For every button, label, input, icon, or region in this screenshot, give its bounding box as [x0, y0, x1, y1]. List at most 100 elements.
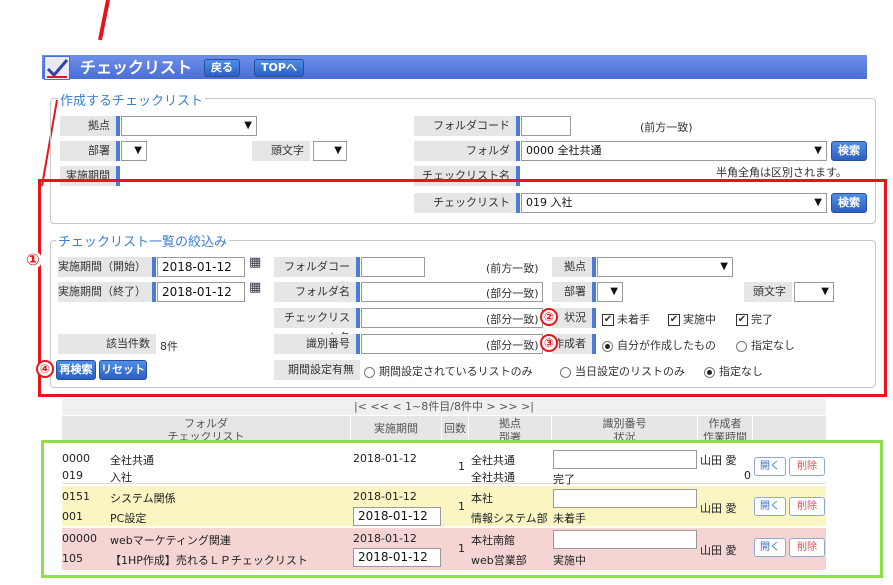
- create-dept-label: 部署: [60, 141, 120, 161]
- create-folder-label: フォルダ: [414, 141, 520, 161]
- checklist-logo-icon: [44, 56, 70, 80]
- row2-delete-button[interactable]: 削除: [789, 497, 825, 516]
- filter-base-select[interactable]: ▼: [597, 257, 733, 277]
- filter-id-label: 識別番号: [274, 334, 360, 354]
- row2-creator: 山田 愛: [700, 502, 737, 515]
- create-folder-code-note: (前方一致): [640, 121, 693, 134]
- filter-checklist-name-label: チェックリスト名: [274, 308, 360, 344]
- filter-start-input[interactable]: 2018-01-12: [157, 257, 245, 277]
- row1-name1: 全社共通: [110, 454, 154, 467]
- row1-status: 完了: [553, 473, 575, 486]
- status-done-checkbox[interactable]: ✔: [736, 314, 748, 326]
- status-in-progress[interactable]: ✔ 実施中: [668, 311, 716, 327]
- filter-id-note: (部分一致): [486, 339, 539, 352]
- row2-code2: 001: [62, 510, 83, 523]
- period-today-radio[interactable]: [560, 366, 571, 378]
- filter-checklist-name-note: (部分一致): [486, 313, 539, 326]
- period-option-set[interactable]: 期間設定されているリストのみ: [364, 363, 533, 379]
- row3-id-input[interactable]: [553, 530, 697, 549]
- row1-period: 2018-01-12: [353, 452, 417, 465]
- row2-base: 本社: [471, 492, 493, 505]
- filter-folder-code-note: (前方一致): [486, 262, 539, 275]
- row3-period-input[interactable]: 2018-01-12: [353, 548, 441, 567]
- filter-count-value: 8件: [160, 340, 178, 353]
- row3-dept: web営業部: [471, 554, 527, 567]
- th-creator: 作成者: [698, 416, 752, 432]
- create-legend: 作成するチェックリスト: [58, 90, 206, 109]
- row2-period-input[interactable]: 2018-01-12: [353, 507, 441, 526]
- row3-code2: 105: [62, 552, 83, 565]
- row1-id-input[interactable]: [553, 450, 697, 469]
- filter-start-label: 実施期間（開始）: [58, 257, 156, 277]
- filter-period-setting-label: 期間設定有無: [274, 360, 360, 380]
- row2-code1: 0151: [62, 490, 90, 503]
- marker-3: ③: [540, 334, 558, 352]
- top-button[interactable]: TOPへ: [254, 59, 304, 77]
- period-option-today[interactable]: 当日設定のリストのみ: [560, 363, 685, 379]
- create-initial-label: 頭文字: [252, 141, 310, 161]
- th-id: 識別番号: [552, 416, 697, 432]
- marker-4: ④: [36, 360, 54, 378]
- status-in-progress-checkbox[interactable]: ✔: [668, 314, 680, 326]
- row1-base: 全社共通: [471, 454, 515, 467]
- row2-id-input[interactable]: [553, 489, 697, 508]
- period-option-none[interactable]: 指定なし: [704, 363, 763, 379]
- row2-name2: PC設定: [110, 512, 147, 525]
- row1-time: 0: [744, 469, 751, 482]
- row1-dept: 全社共通: [471, 471, 515, 484]
- filter-dept-select[interactable]: ▼: [597, 282, 623, 302]
- row1-delete-button[interactable]: 削除: [789, 457, 825, 476]
- filter-dept-label: 部署: [552, 282, 596, 302]
- th-count: 回数: [442, 416, 468, 442]
- row2-open-button[interactable]: 開く: [754, 497, 786, 516]
- pager[interactable]: |< << < 1~8件目/8件中 > >> >|: [62, 399, 826, 415]
- row2-period1: 2018-01-12: [353, 490, 417, 503]
- row3-name1: webマーケティング関連: [110, 534, 231, 547]
- create-folder-code-label: フォルダコード: [414, 116, 520, 136]
- row3-count: 1: [458, 542, 465, 555]
- period-set-radio[interactable]: [364, 366, 375, 378]
- create-folder-code-input[interactable]: [521, 116, 571, 136]
- back-button[interactable]: 戻る: [204, 59, 240, 77]
- filter-count-label: 該当件数: [58, 334, 156, 354]
- status-done[interactable]: ✔ 完了: [736, 311, 773, 327]
- th-actions: [753, 416, 826, 442]
- row3-name2: 【1HP作成】売れるＬＰチェックリスト: [110, 554, 308, 567]
- row3-status: 実施中: [553, 554, 586, 567]
- filter-creator-label: 作成者: [552, 334, 596, 354]
- reset-button[interactable]: リセット: [99, 360, 147, 380]
- create-dept-select[interactable]: ▼: [121, 141, 147, 161]
- period-none-radio[interactable]: [704, 366, 715, 378]
- row1-open-button[interactable]: 開く: [754, 457, 786, 476]
- row1-count: 1: [458, 460, 465, 473]
- creator-none-radio[interactable]: [736, 340, 747, 352]
- row3-delete-button[interactable]: 削除: [789, 538, 825, 557]
- filter-end-calendar-icon[interactable]: ▦: [249, 280, 261, 295]
- create-initial-select[interactable]: ▼: [313, 141, 347, 161]
- filter-start-calendar-icon[interactable]: ▦: [249, 255, 261, 270]
- create-base-select[interactable]: ▼: [121, 116, 257, 136]
- create-base-label: 拠点: [60, 116, 120, 136]
- creator-none[interactable]: 指定なし: [736, 337, 795, 353]
- status-not-started[interactable]: ✔ 未着手: [602, 311, 650, 327]
- create-folder-search-button[interactable]: 検索: [831, 141, 867, 161]
- filter-folder-name-label: フォルダ名: [274, 282, 360, 302]
- filter-status-label: 状況: [552, 308, 596, 328]
- creator-mine[interactable]: 自分が作成したもの: [602, 337, 716, 353]
- filter-end-input[interactable]: 2018-01-12: [157, 282, 245, 302]
- filter-folder-code-input[interactable]: [361, 257, 425, 277]
- row2-name1: システム関係: [110, 492, 176, 505]
- status-not-started-checkbox[interactable]: ✔: [602, 314, 614, 326]
- row3-creator: 山田 愛: [700, 544, 737, 557]
- create-folder-select[interactable]: 0000 全社共通 ▼: [521, 141, 827, 161]
- research-button[interactable]: 再検索: [56, 360, 96, 380]
- page-title: チェックリスト: [80, 58, 193, 77]
- creator-mine-radio[interactable]: [602, 340, 613, 352]
- row2-count: 1: [458, 500, 465, 513]
- filter-folder-code-label: フォルダコード: [274, 257, 360, 293]
- row1-name2: 入社: [110, 471, 132, 484]
- filter-initial-select[interactable]: ▼: [794, 282, 834, 302]
- th-folder: フォルダ: [62, 416, 350, 432]
- row3-open-button[interactable]: 開く: [754, 538, 786, 557]
- row2-dept: 情報システム部: [471, 512, 548, 525]
